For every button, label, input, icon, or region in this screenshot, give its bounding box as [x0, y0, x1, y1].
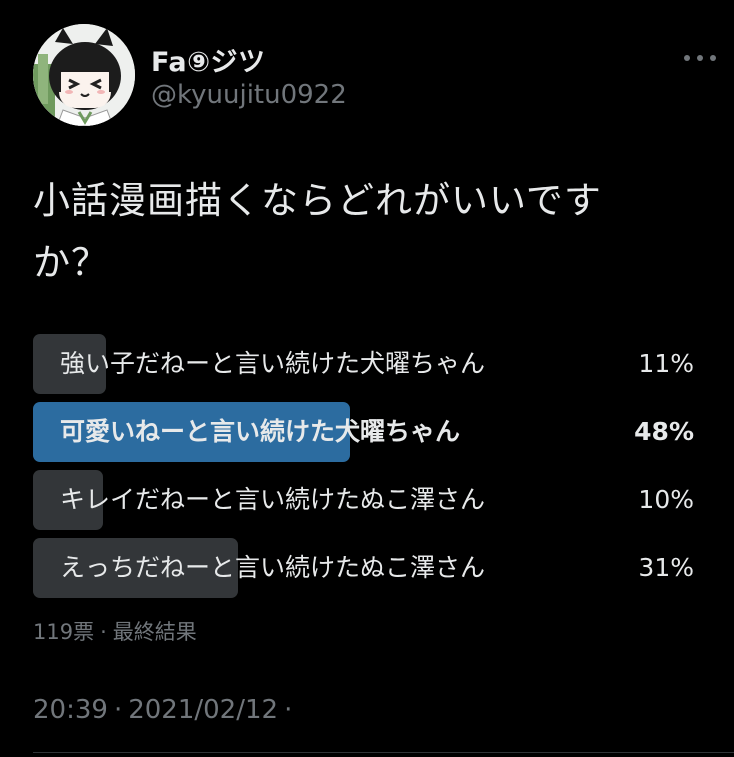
display-name[interactable]: Fa⑨ジツ [151, 40, 265, 79]
more-dot [710, 55, 716, 61]
tweet: Fa⑨ジツ @kyuujitu0922 小話漫画描くならどれがいいですか？ 強い… [0, 0, 734, 757]
poll-option-label: 強い子だねーと言い続けた犬曜ちゃん [60, 349, 486, 378]
user-handle[interactable]: @kyuujitu0922 [151, 80, 347, 110]
poll-option-label: 可愛いねーと言い続けた犬曜ちゃん [60, 417, 461, 446]
timestamp[interactable]: 20:39 · 2021/02/12 · [33, 695, 298, 725]
poll: 強い子だねーと言い続けた犬曜ちゃん 11% 可愛いねーと言い続けた犬曜ちゃん 4… [33, 334, 694, 606]
poll-option-percent: 10% [638, 485, 694, 514]
poll-option-percent: 11% [638, 349, 694, 378]
tweet-date: 2021/02/12 [128, 695, 279, 725]
poll-option-label: えっちだねーと言い続けたぬこ澤さん [60, 553, 486, 582]
avatar-illustration [33, 24, 135, 126]
poll-option: 可愛いねーと言い続けた犬曜ちゃん 48% [33, 402, 694, 462]
more-dot [697, 55, 703, 61]
poll-option-percent: 48% [634, 417, 694, 446]
tweet-time: 20:39 [33, 695, 108, 725]
poll-option-label: キレイだねーと言い続けたぬこ澤さん [60, 485, 486, 514]
poll-meta: 119票 · 最終結果 [33, 616, 197, 646]
poll-option: えっちだねーと言い続けたぬこ澤さん 31% [33, 538, 694, 598]
poll-status: 最終結果 [112, 620, 197, 644]
more-dot [684, 55, 690, 61]
poll-option: キレイだねーと言い続けたぬこ澤さん 10% [33, 470, 694, 530]
tweet-text: 小話漫画描くならどれがいいですか？ [33, 179, 602, 284]
separator-dot: · [100, 620, 107, 644]
divider [33, 752, 734, 753]
poll-option-percent: 31% [638, 553, 694, 582]
separator-dot: · [113, 695, 123, 725]
avatar[interactable] [33, 24, 135, 126]
poll-vote-count: 119票 [33, 620, 95, 644]
separator-dot: · [284, 695, 293, 725]
more-horizontal-icon[interactable] [684, 50, 716, 66]
poll-option: 強い子だねーと言い続けた犬曜ちゃん 11% [33, 334, 694, 394]
